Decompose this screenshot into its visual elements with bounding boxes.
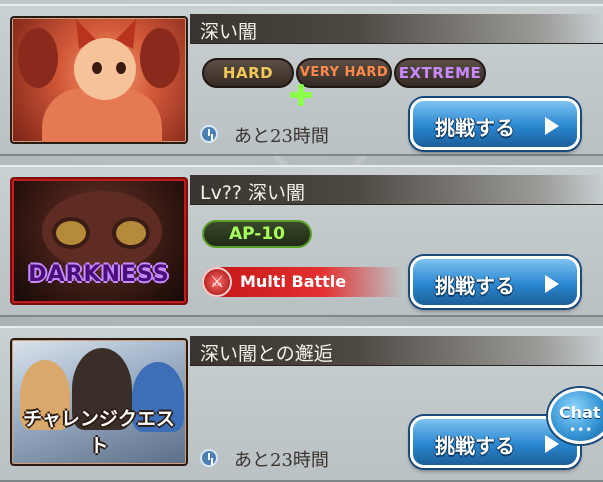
clock-icon bbox=[200, 449, 218, 467]
quest-title: 深い闇 bbox=[200, 21, 258, 43]
chat-label: Chat bbox=[559, 403, 601, 422]
challenge-button[interactable]: 挑戦する bbox=[410, 98, 580, 150]
multi-battle-badge: ⚔ Multi Battle bbox=[202, 267, 402, 297]
play-arrow-icon bbox=[545, 275, 559, 293]
darkness-label: DARKNESS bbox=[28, 262, 170, 287]
dragon-character-image bbox=[10, 16, 188, 144]
challenge-button[interactable]: 挑戦する bbox=[410, 256, 580, 308]
chat-dots-icon: ••• bbox=[569, 423, 594, 437]
quest-title: Lv?? 深い闇 bbox=[200, 182, 306, 204]
party-characters-image: チャレンジクエスト bbox=[10, 338, 188, 466]
challenge-quest-label: チャレンジクエスト bbox=[23, 408, 175, 457]
challenge-button-label: 挑戦する bbox=[435, 274, 515, 298]
play-arrow-icon bbox=[545, 435, 559, 453]
play-arrow-icon bbox=[545, 117, 559, 135]
clock-icon bbox=[200, 125, 218, 143]
quest-card-deep-darkness-encounter[interactable]: チャレンジクエスト 深い闇との邂逅 あと23時間 挑戦する bbox=[0, 326, 603, 482]
challenge-button-label: 挑戦する bbox=[435, 434, 515, 458]
quest-title-bar: 深い闇 bbox=[190, 14, 603, 44]
quest-title: 深い闇との邂逅 bbox=[200, 343, 333, 365]
quest-list-screen: 深い闇 HARD VERY HARD EXTREME あと23時間 挑戦する D… bbox=[0, 0, 603, 482]
quest-card-deep-darkness[interactable]: 深い闇 HARD VERY HARD EXTREME あと23時間 挑戦する bbox=[0, 4, 603, 156]
quest-title-bar: Lv?? 深い闇 bbox=[190, 175, 603, 205]
difficulty-hard-button[interactable]: HARD bbox=[202, 58, 294, 88]
battle-type-label: Multi Battle bbox=[240, 272, 347, 291]
crossed-swords-icon: ⚔ bbox=[202, 267, 232, 297]
chat-button[interactable]: Chat ••• bbox=[548, 388, 603, 444]
challenge-button-label: 挑戦する bbox=[435, 116, 515, 140]
timer-text: あと23時間 bbox=[234, 450, 329, 471]
plus-icon bbox=[290, 84, 312, 106]
darkness-monster-image: DARKNESS bbox=[10, 177, 188, 305]
timer-text: あと23時間 bbox=[234, 126, 329, 147]
ap-cost-badge: AP-10 bbox=[202, 220, 312, 248]
quest-title-bar: 深い闇との邂逅 bbox=[190, 336, 603, 366]
quest-card-lv-deep-darkness[interactable]: DARKNESS Lv?? 深い闇 AP-10 ⚔ Multi Battle 挑… bbox=[0, 165, 603, 317]
difficulty-extreme-button[interactable]: EXTREME bbox=[394, 58, 486, 88]
